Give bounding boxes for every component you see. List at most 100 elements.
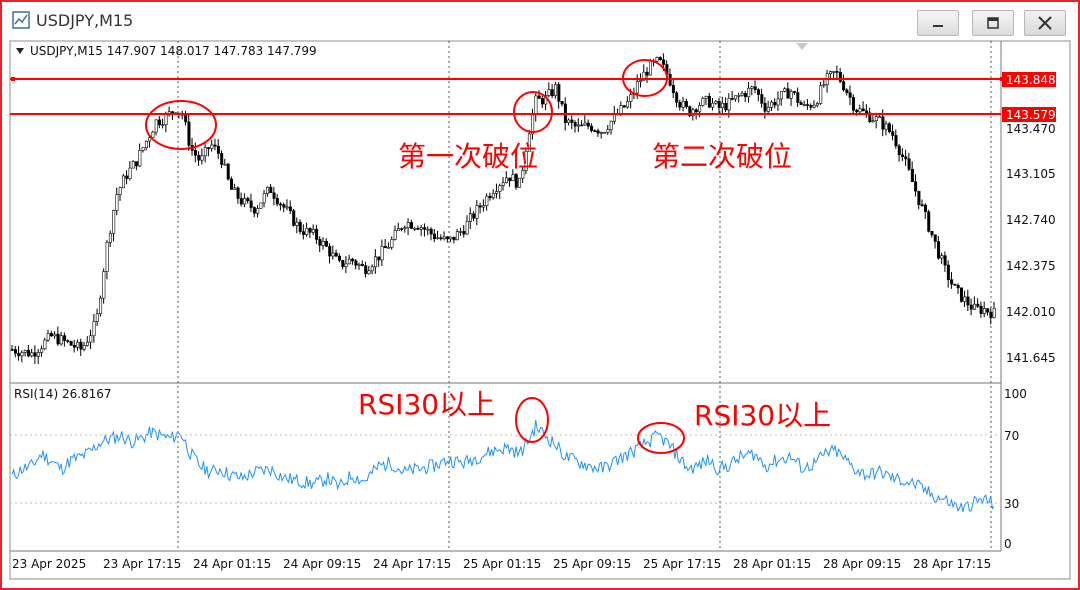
candle-bear [976,303,980,307]
candle-bear [341,259,345,267]
candle-bear [910,168,914,183]
candle-bull [858,108,862,113]
candle-bear [943,255,947,266]
candle-bear [865,110,869,114]
candle-bull [46,333,50,341]
candle-bear [125,175,129,179]
candle-bear [158,119,162,126]
candle-bull [455,231,459,241]
candle-bull [501,182,505,186]
candle-bear [351,258,355,262]
candle-bear [658,57,662,61]
candle-bear [573,122,577,127]
candle-bear [662,59,666,65]
candle-bear [685,101,689,107]
candle-bull [832,71,836,73]
candle-bear [550,89,554,96]
chart-shift-marker-icon[interactable] [796,43,808,50]
candle-bull [629,94,633,102]
candle-bear [239,198,243,205]
dropdown-arrow-icon[interactable] [16,48,24,54]
price-tick: 143.105 [1006,167,1056,181]
candle-bull [940,255,944,259]
candle-bull [619,105,623,115]
candle-bear [272,192,276,199]
rsi-tick: 0 [1004,537,1012,551]
price-tick: 141.645 [1006,351,1056,365]
candle-bull [223,163,227,166]
candle-bull [396,228,400,231]
candle-bear [724,102,728,111]
candle-bull [576,124,580,127]
candle-bear [207,147,211,149]
candle-bull [829,71,833,75]
line-handle-upper[interactable] [11,77,15,81]
candle-bull [606,129,610,133]
candle-bull [118,187,122,195]
candle-bull [963,296,967,302]
candle-bull [331,252,335,257]
candle-bear [986,308,990,313]
price-tick: 142.375 [1006,259,1056,273]
candle-bull [419,227,423,230]
candle-bear [377,256,381,261]
candle-bear [557,84,561,102]
candle-bear [135,161,139,167]
candle-bull [89,335,93,343]
candle-bear [923,204,927,212]
candle-bull [491,193,495,199]
candle-bull [485,195,489,206]
candle-bull [822,84,826,87]
candle-bull [53,333,57,337]
chart-outer-frame [9,40,1071,580]
candle-bear [560,101,564,105]
candle-bull [727,98,731,111]
candle-bull [200,155,204,161]
candle-bear [917,190,921,205]
candle-bear [269,186,273,194]
time-tick: 25 Apr 01:15 [463,557,541,571]
candle-bear [793,91,797,93]
candle-bear [72,345,76,348]
time-tick: 28 Apr 17:15 [913,557,991,571]
time-tick: 25 Apr 09:15 [553,557,631,571]
annotation-circle-rsi-2 [637,422,685,454]
candle-bull [567,119,571,124]
candle-bear [757,89,761,95]
time-tick: 23 Apr 2025 [12,557,86,571]
candle-bull [648,60,652,76]
candle-bear [969,304,973,310]
candle-bear [835,71,839,73]
candle-bear [446,236,450,240]
candle-bull [871,120,875,123]
candle-bear [786,88,790,99]
candle-bull [603,131,607,134]
candle-bear [364,265,368,275]
candle-bull [468,213,472,222]
candle-bear [580,124,584,127]
candle-bull [714,101,718,104]
candle-bear [66,340,70,342]
candle-bull [370,266,374,272]
candle-bear [593,130,597,132]
candle-bear [79,341,83,350]
candle-bear [10,349,14,351]
candle-bull [92,321,96,337]
candle-bear [187,121,191,146]
candle-bear [236,187,240,199]
candle-bear [410,222,414,229]
candle-bear [966,296,970,306]
candle-bear [488,195,492,199]
candle-bull [344,263,348,267]
candle-bear [773,101,777,106]
candle-bear [462,231,466,235]
candle-bull [108,233,112,243]
candle-bull [285,206,289,209]
candle-bull [547,89,551,96]
candle-bull [131,161,135,169]
candle-bull [141,147,145,151]
candle-bear [220,153,224,165]
candle-bull [639,80,643,82]
candle-bull [465,221,469,235]
candle-bear [851,97,855,111]
